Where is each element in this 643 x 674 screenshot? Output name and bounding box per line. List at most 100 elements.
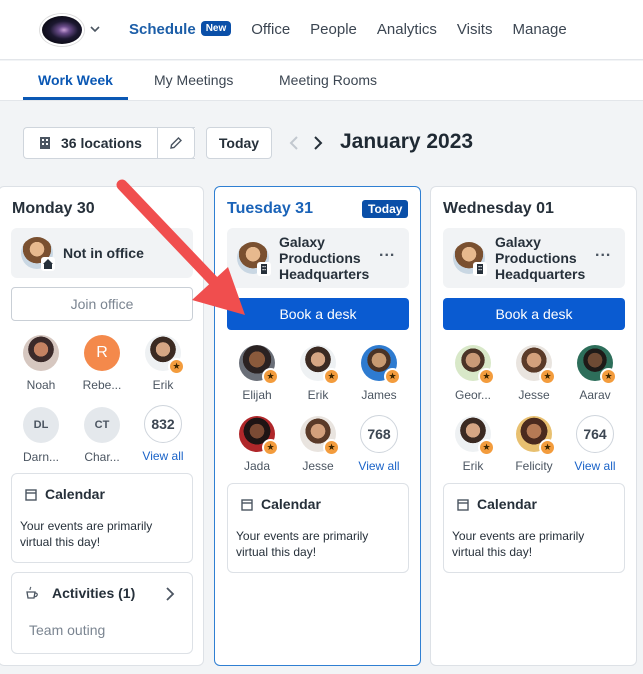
calendar-card: Calendar Your events are primarily virtu… — [11, 473, 193, 563]
tab-meeting-rooms[interactable]: Meeting Rooms — [279, 72, 377, 88]
attendee[interactable]: ★ Jesse — [504, 345, 564, 402]
book-desk-button[interactable]: Book a desk — [443, 298, 625, 330]
calendar-icon — [241, 499, 253, 511]
nav-visits[interactable]: Visits — [457, 21, 493, 38]
join-office-button[interactable]: Join office — [11, 287, 193, 321]
attendee[interactable]: ★ James — [349, 345, 409, 402]
attendee[interactable]: ★ Jesse — [288, 416, 348, 473]
calendar-card: Calendar Your events are primarily virtu… — [227, 483, 409, 573]
view-all-link[interactable]: View all — [565, 459, 625, 473]
attendee-avatar — [23, 335, 59, 371]
building-icon — [257, 262, 271, 276]
calendar-title: Calendar — [261, 496, 321, 512]
nav-manage[interactable]: Manage — [512, 21, 566, 38]
attendee[interactable]: ★ Aarav — [565, 345, 625, 402]
status-label: Galaxy Productions Headquarters — [279, 234, 370, 282]
day-title: Tuesday 31 — [227, 200, 313, 217]
calendar-card: Calendar Your events are primarily virtu… — [443, 483, 625, 573]
view-all-link[interactable]: View all — [349, 459, 409, 473]
day-column-monday: Monday 30 Not in office Join office Noah… — [0, 186, 204, 666]
attendee[interactable]: ★ Erik — [443, 416, 503, 473]
main-nav: Schedule New Office People Analytics Vis… — [129, 21, 587, 38]
chevron-down-icon[interactable] — [90, 24, 100, 34]
tab-work-week[interactable]: Work Week — [38, 72, 113, 88]
office-status[interactable]: Galaxy Productions Headquarters ... — [227, 228, 409, 288]
star-icon: ★ — [478, 439, 495, 456]
day-column-wednesday: Wednesday 01 Galaxy Productions Headquar… — [430, 186, 637, 666]
attendee-name: Aarav — [579, 388, 611, 402]
attendee-avatar: ★ — [300, 416, 340, 456]
tab-my-meetings[interactable]: My Meetings — [154, 72, 233, 88]
attendee[interactable]: ★ Elijah — [227, 345, 287, 402]
today-button[interactable]: Today — [206, 127, 272, 159]
nav-analytics[interactable]: Analytics — [377, 21, 437, 38]
attendee-name: Rebe... — [82, 378, 122, 392]
attendee-name: Jesse — [302, 459, 334, 473]
star-icon: ★ — [539, 439, 556, 456]
attendee-avatar: ★ — [239, 416, 279, 456]
attendee[interactable]: ★ Erik — [288, 345, 348, 402]
status-label: Galaxy Productions Headquarters — [495, 234, 586, 282]
attendee[interactable]: CT Char... — [72, 407, 132, 464]
attendee-count-circle: 832 — [144, 405, 182, 443]
attendee-avatar: DL — [23, 407, 59, 443]
attendee-avatar: ★ — [516, 416, 556, 456]
attendee-avatar: ★ — [300, 345, 340, 385]
attendee-name: Erik — [307, 388, 329, 402]
attendee[interactable]: Noah — [11, 335, 71, 392]
previous-week-icon[interactable] — [288, 135, 302, 151]
star-icon: ★ — [384, 368, 401, 385]
top-navigation-bar: Schedule New Office People Analytics Vis… — [0, 0, 643, 60]
activities-card[interactable]: Activities (1) Team outing — [11, 572, 193, 654]
day-title: Monday 30 — [12, 200, 95, 217]
star-icon: ★ — [262, 368, 279, 385]
attendee-name: Felicity — [515, 459, 553, 473]
nav-office[interactable]: Office — [251, 21, 290, 38]
locations-label: 36 locations — [61, 135, 142, 151]
attendee-count[interactable]: 764 View all — [565, 415, 625, 473]
office-status[interactable]: Not in office — [11, 228, 193, 278]
attendee-count[interactable]: 832 View all — [133, 405, 193, 463]
attendee-avatar: CT — [84, 407, 120, 443]
edit-locations-button[interactable] — [157, 127, 195, 159]
star-icon: ★ — [323, 439, 340, 456]
more-options-button[interactable]: ... — [379, 243, 395, 261]
attendee-name: Geor... — [454, 388, 492, 402]
today-badge: Today — [362, 200, 409, 218]
calendar-title: Calendar — [477, 496, 537, 512]
status-label: Not in office — [63, 245, 144, 261]
view-all-link[interactable]: View all — [133, 449, 193, 463]
calendar-text: Your events are primarily virtual this d… — [20, 519, 153, 549]
attendee-name: Elijah — [242, 388, 272, 402]
day-column-tuesday: Tuesday 31 Today Galaxy Productions Head… — [214, 186, 421, 666]
attendee-name: James — [361, 388, 397, 402]
book-desk-button[interactable]: Book a desk — [227, 298, 409, 330]
next-week-icon[interactable] — [311, 135, 325, 151]
attendee[interactable]: ★ Jada — [227, 416, 287, 473]
more-options-button[interactable]: ... — [595, 243, 611, 261]
company-logo[interactable] — [40, 14, 84, 46]
attendee-count-circle: 768 — [360, 415, 398, 453]
attendee-count[interactable]: 768 View all — [349, 415, 409, 473]
office-status[interactable]: Galaxy Productions Headquarters ... — [443, 228, 625, 288]
attendee[interactable]: ★ Felicity — [504, 416, 564, 473]
attendee-avatar: ★ — [455, 345, 495, 385]
star-icon: ★ — [168, 358, 185, 375]
attendee-name: Jesse — [518, 388, 550, 402]
calendar-icon — [457, 499, 469, 511]
month-title: January 2023 — [340, 130, 474, 153]
attendee-name: Char... — [84, 450, 120, 464]
attendee-avatar: ★ — [455, 416, 495, 456]
attendee[interactable]: R Rebe... — [72, 335, 132, 392]
chevron-right-icon[interactable] — [165, 587, 175, 601]
attendee-name: Erik — [462, 459, 484, 473]
nav-schedule[interactable]: Schedule — [129, 21, 196, 38]
day-title: Wednesday 01 — [443, 200, 554, 217]
attendee[interactable]: ★ Geor... — [443, 345, 503, 402]
nav-people[interactable]: People — [310, 21, 357, 38]
calendar-text: Your events are primarily virtual this d… — [452, 529, 585, 559]
attendee-avatar: ★ — [239, 345, 279, 385]
activity-item[interactable]: Team outing — [29, 622, 105, 638]
attendee[interactable]: ★ Erik — [133, 335, 193, 392]
attendee[interactable]: DL Darn... — [11, 407, 71, 464]
